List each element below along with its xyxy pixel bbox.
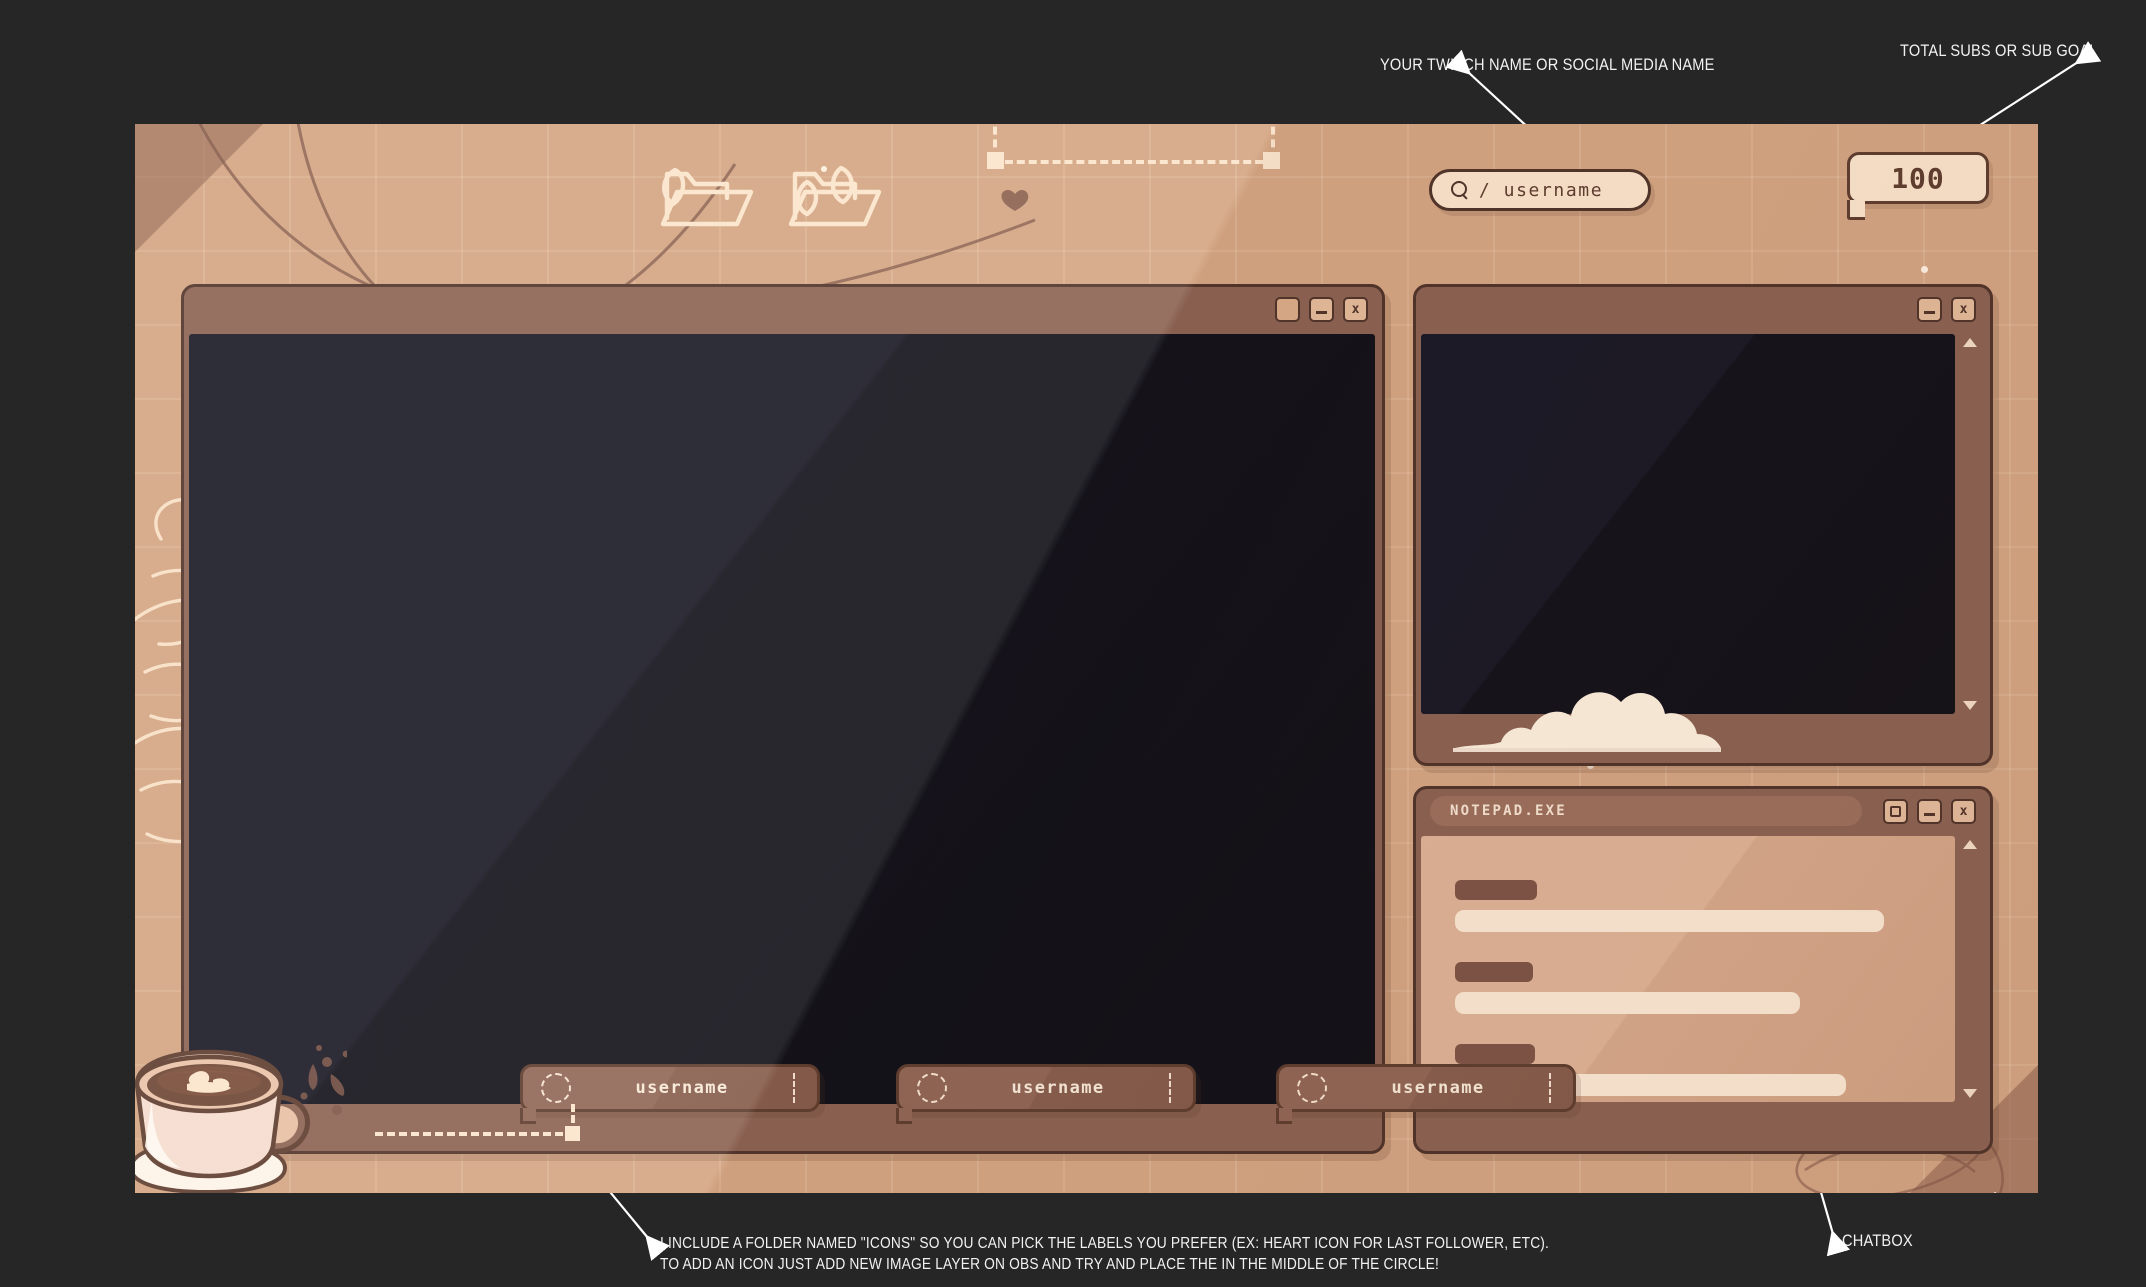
icon-slot-circle[interactable] [1297,1073,1327,1103]
search-input-value[interactable]: / username [1470,180,1612,201]
notepad-titlebar[interactable]: NOTEPAD.EXE x [1416,789,1990,833]
notepad-message-row [1455,962,1921,1014]
corner-accent-top-left [135,124,263,252]
annotation-icons-note-line2: TO ADD AN ICON JUST ADD NEW IMAGE LAYER … [660,1256,1440,1273]
bottom-label-2[interactable]: username [896,1064,1196,1124]
dot-decoration [821,166,827,172]
scroll-up-arrow-icon[interactable] [1963,338,1977,347]
label-divider [1549,1073,1551,1103]
chat-close-button[interactable]: x [1951,296,1976,322]
chat-screen-area [1421,334,1955,714]
chat-minimize-button[interactable] [1917,296,1942,322]
dot-decoration [1921,266,1928,273]
sub-counter-tail [1847,200,1865,220]
search-icon [1450,180,1470,200]
notepad-minimize-button[interactable] [1917,798,1942,824]
screenshot-root: YOUR TWITCH NAME OR SOCIAL MEDIA NAME TO… [0,0,2146,1287]
notepad-text-placeholder [1455,992,1800,1014]
notepad-scrollbar[interactable] [1959,836,1981,1102]
notepad-message-row [1455,880,1921,932]
notepad-close-button[interactable]: x [1951,798,1976,824]
main-close-button[interactable]: x [1343,296,1368,322]
label-tail [520,1108,536,1124]
notepad-name-placeholder [1455,1044,1535,1064]
chat-window-titlebar[interactable]: x [1416,287,1990,331]
notepad-restore-button[interactable] [1883,798,1908,824]
annotation-chatbox: CHATBOX [1842,1231,1913,1250]
main-window-titlebar[interactable]: x [184,287,1382,331]
notepad-content-area [1421,836,1955,1102]
notepad-title-pill: NOTEPAD.EXE [1430,796,1862,826]
sub-counter-value: 100 [1891,161,1945,195]
label-tail [896,1108,912,1124]
bottom-label-3-username: username [1391,1078,1485,1098]
annotation-twitch-name: YOUR TWITCH NAME OR SOCIAL MEDIA NAME [1380,55,1715,74]
notepad-text-placeholder [1455,910,1884,932]
bottom-label-3[interactable]: username [1276,1064,1576,1124]
scroll-down-arrow-icon[interactable] [1963,1089,1977,1098]
chat-window[interactable]: x [1413,284,1993,766]
stream-overlay: x x NOTEPAD.EXE x / username 100 usernam… [135,124,2038,1193]
chat-scrollbar[interactable] [1959,334,1981,714]
folder-leaf-icon-2 [788,165,882,227]
main-maximize-button[interactable] [1275,296,1300,322]
label-divider [1169,1073,1171,1103]
username-search-bar[interactable]: / username [1429,169,1651,211]
scroll-down-arrow-icon[interactable] [1963,701,1977,710]
main-stream-window[interactable]: x [181,284,1385,1154]
scroll-up-arrow-icon[interactable] [1963,840,1977,849]
folder-leaf-icon-1 [660,167,754,227]
notepad-name-placeholder [1455,962,1533,982]
annotation-icons-note-line1: I INCLUDE A FOLDER NAMED "ICONS" SO YOU … [660,1235,1550,1252]
annotation-total-subs: TOTAL SUBS OR SUB GOAL [1900,41,2098,60]
bottom-label-2-username: username [1011,1078,1105,1098]
label-tail [1276,1108,1292,1124]
notepad-title-text: NOTEPAD.EXE [1450,803,1567,819]
label-divider [793,1073,795,1103]
icon-slot-circle[interactable] [541,1073,571,1103]
notepad-name-placeholder [1455,880,1537,900]
bottom-label-1-username: username [635,1078,729,1098]
main-minimize-button[interactable] [1309,296,1334,322]
main-screen-area [189,334,1375,1104]
bottom-label-1[interactable]: username [520,1064,820,1124]
icon-slot-circle[interactable] [917,1073,947,1103]
sub-counter-badge: 100 [1847,152,1989,220]
selection-box [987,124,1280,169]
